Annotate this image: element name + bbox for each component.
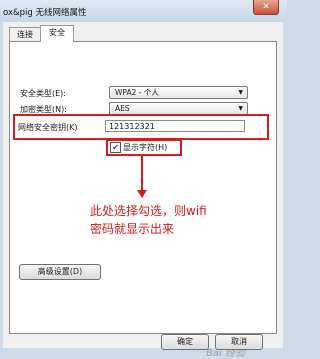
annotation-line-2: 密码就显示出来 xyxy=(90,222,175,236)
cancel-button[interactable]: 取消 xyxy=(215,334,263,350)
close-icon: ✕ xyxy=(262,2,270,12)
checkmark-icon: ✔ xyxy=(112,143,119,152)
tab-connection[interactable]: 连接 xyxy=(9,27,41,41)
tab-security[interactable]: 安全 xyxy=(40,25,74,42)
annotation-arrow xyxy=(141,154,143,192)
dropdown-arrow-icon: ▼ xyxy=(238,105,243,112)
show-characters-checkbox[interactable]: ✔ xyxy=(110,142,121,153)
encryption-type-value: AES xyxy=(115,104,130,113)
title-bar: ox&pig 无线网络属性 ✕ xyxy=(0,0,287,22)
security-type-label: 安全类型(E): xyxy=(20,89,66,98)
security-type-value: WPA2 - 个人 xyxy=(115,88,159,97)
arrow-head-icon xyxy=(137,190,147,198)
show-characters-label: 显示字符(H) xyxy=(123,143,168,152)
security-panel: 安全类型(E): WPA2 - 个人 ▼ 加密类型(N): AES ▼ 网络安全… xyxy=(9,41,277,359)
network-key-label: 网络安全密钥(K) xyxy=(18,123,78,132)
annotation-line-1: 此处选择勾选，则wifi xyxy=(90,204,207,218)
ok-button[interactable]: 确定 xyxy=(161,334,209,350)
dropdown-arrow-icon: ▼ xyxy=(238,89,243,96)
highlight-box-checkbox: ✔ 显示字符(H) xyxy=(106,139,182,156)
close-button[interactable]: ✕ xyxy=(253,0,279,15)
network-key-input[interactable]: 121312321 xyxy=(105,120,245,132)
window-title: ox&pig 无线网络属性 xyxy=(3,8,87,18)
advanced-settings-button[interactable]: 高级设置(D) xyxy=(19,264,101,280)
dialog-client: 连接 安全 安全类型(E): WPA2 - 个人 ▼ 加密类型(N): AES … xyxy=(3,22,283,359)
security-type-select[interactable]: WPA2 - 个人 ▼ xyxy=(109,86,248,99)
